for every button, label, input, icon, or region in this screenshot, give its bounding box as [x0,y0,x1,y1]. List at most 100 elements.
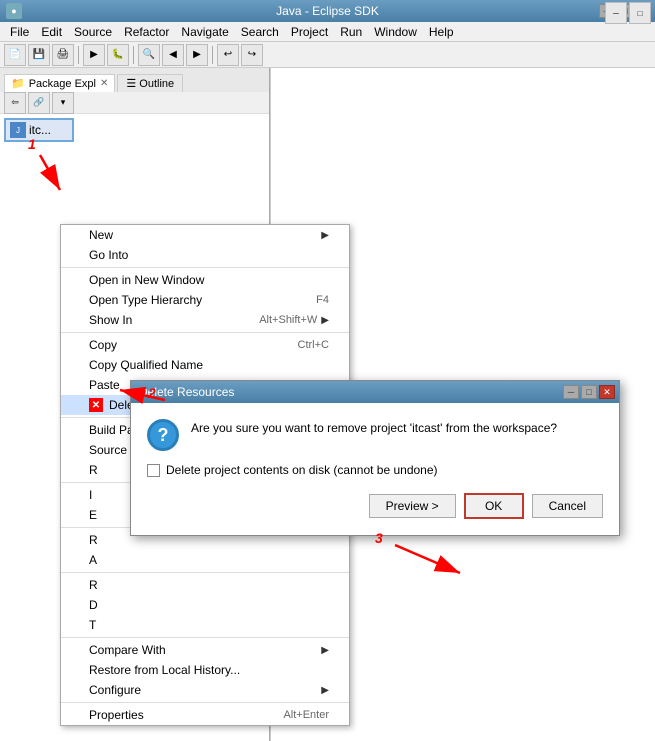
panel-maximize[interactable]: □ [629,2,651,24]
ctx-copy-shortcut: Ctrl+C [298,339,329,351]
toolbar-sep-1 [78,46,79,64]
ctx-compare-arrow: ▶ [321,645,329,656]
dialog-question-icon: ? [147,419,179,451]
ctx-d[interactable]: D [61,595,349,615]
ctx-copy-label: Copy [89,338,117,352]
ctx-type-hierarchy-label: Open Type Hierarchy [89,293,202,307]
menu-refactor[interactable]: Refactor [118,22,175,41]
dialog-minimize[interactable]: ─ [563,385,579,399]
ctx-t[interactable]: T [61,615,349,635]
menu-source[interactable]: Source [68,22,118,41]
dialog-checkbox-row: Delete project contents on disk (cannot … [147,463,603,477]
panel-tabs: 📁 Package Expl ✕ ☰ Outline ─ □ [0,68,269,92]
panel-toolbar: ⇦ 🔗 ▾ [0,92,269,114]
menu-edit[interactable]: Edit [35,22,68,41]
ctx-show-in-label: Show In [89,313,132,327]
package-explorer-icon: 📁 [11,77,25,90]
outline-tab[interactable]: ☰ Outline [117,74,183,92]
package-explorer-label: Package Expl [29,78,96,90]
panel-minimize[interactable]: ─ [605,2,627,24]
menu-project[interactable]: Project [285,22,334,41]
dialog-body: ? Are you sure you want to remove projec… [131,403,619,535]
dialog-close[interactable]: ✕ [599,385,615,399]
dialog-title-bar: Delete Resources ─ □ ✕ [131,381,619,403]
ctx-configure[interactable]: Configure ▶ [61,680,349,700]
ctx-compare-with[interactable]: Compare With ▶ [61,640,349,660]
toolbar-undo[interactable]: ↩ [217,44,239,66]
title-bar: ● Java - Eclipse SDK ─ □ ✕ [0,0,655,22]
window-title: Java - Eclipse SDK [276,4,379,18]
dialog-message-row: ? Are you sure you want to remove projec… [147,419,603,451]
toolbar-debug[interactable]: 🐛 [107,44,129,66]
ctx-copy-qualified[interactable]: Copy Qualified Name [61,355,349,375]
ctx-open-type-hierarchy[interactable]: Open Type Hierarchy F4 [61,290,349,310]
toolbar-redo[interactable]: ↪ [241,44,263,66]
toolbar-back[interactable]: ◀ [162,44,184,66]
ctx-show-in[interactable]: Show In Alt+Shift+W ▶ [61,310,349,330]
ctx-new[interactable]: New ▶ [61,225,349,245]
dialog-buttons: Preview > OK Cancel [147,493,603,519]
preview-button[interactable]: Preview > [369,494,456,518]
project-label: itc... [29,123,51,137]
menu-search[interactable]: Search [235,22,285,41]
delete-icon: ✕ [89,398,103,412]
toolbar-search[interactable]: 🔍 [138,44,160,66]
ctx-sep-6 [61,572,349,573]
toolbar-save[interactable]: 💾 [28,44,50,66]
ok-button[interactable]: OK [464,493,524,519]
toolbar: 📄 💾 🖨 ▶ 🐛 🔍 ◀ ▶ ↩ ↪ [0,42,655,68]
dialog-controls: ─ □ ✕ [563,385,615,399]
panel-menu[interactable]: ▾ [52,92,74,114]
ctx-copy[interactable]: Copy Ctrl+C [61,335,349,355]
ctx-go-into[interactable]: Go Into [61,245,349,265]
ctx-show-in-arrow: ▶ [321,315,329,326]
ctx-open-new-window[interactable]: Open in New Window [61,270,349,290]
ctx-properties-shortcut: Alt+Enter [283,709,329,721]
ctx-sep-2 [61,332,349,333]
delete-contents-checkbox[interactable] [147,464,160,477]
cancel-button[interactable]: Cancel [532,494,603,518]
menu-file[interactable]: File [4,22,35,41]
ctx-restore[interactable]: Restore from Local History... [61,660,349,680]
dialog-maximize[interactable]: □ [581,385,597,399]
menu-bar: File Edit Source Refactor Navigate Searc… [0,22,655,42]
menu-run[interactable]: Run [334,22,368,41]
app-icon: ● [6,3,22,19]
toolbar-print[interactable]: 🖨 [52,44,74,66]
menu-navigate[interactable]: Navigate [175,22,234,41]
toolbar-sep-2 [133,46,134,64]
ctx-sep-8 [61,702,349,703]
outline-icon: ☰ [126,78,136,90]
menu-window[interactable]: Window [368,22,423,41]
ctx-sep-1 [61,267,349,268]
toolbar-sep-3 [212,46,213,64]
ctx-a[interactable]: A [61,550,349,570]
panel-window-controls: ─ □ [605,2,651,24]
ctx-source-label: Source [89,443,127,457]
collapse-all[interactable]: ⇦ [4,92,26,114]
dialog-message: Are you sure you want to remove project … [191,419,557,437]
ctx-new-arrow: ▶ [321,230,329,241]
ctx-copy-qualified-label: Copy Qualified Name [89,358,203,372]
package-explorer-tab[interactable]: 📁 Package Expl ✕ [4,74,115,92]
step-2-label: 2 [148,385,156,401]
ctx-configure-arrow: ▶ [321,685,329,696]
ctx-r3[interactable]: R [61,575,349,595]
ctx-compare-with-label: Compare With [89,643,166,657]
package-explorer-close[interactable]: ✕ [100,78,108,89]
ctx-open-new-window-label: Open in New Window [89,273,204,287]
project-tree-item[interactable]: J itc... [4,118,74,142]
ctx-restore-label: Restore from Local History... [89,663,240,677]
ctx-configure-label: Configure [89,683,141,697]
ctx-properties[interactable]: Properties Alt+Enter [61,705,349,725]
menu-help[interactable]: Help [423,22,460,41]
toolbar-run[interactable]: ▶ [83,44,105,66]
toolbar-fwd[interactable]: ▶ [186,44,208,66]
ctx-properties-label: Properties [89,708,144,722]
toolbar-new[interactable]: 📄 [4,44,26,66]
link-editor[interactable]: 🔗 [28,92,50,114]
ctx-paste-label: Paste [89,378,120,392]
outline-label: Outline [139,78,174,90]
ctx-new-label: New [89,228,113,242]
ctx-go-into-label: Go Into [89,248,128,262]
